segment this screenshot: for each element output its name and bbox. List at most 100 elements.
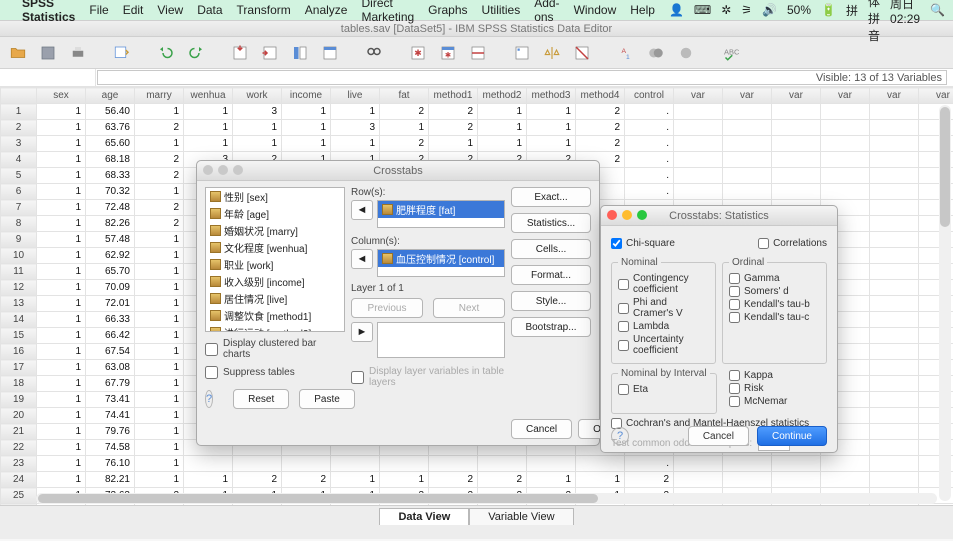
cell[interactable]: 1 bbox=[135, 184, 184, 200]
cell[interactable] bbox=[723, 168, 772, 184]
cell[interactable]: . bbox=[625, 168, 674, 184]
column-header[interactable]: method2 bbox=[478, 88, 527, 104]
column-header[interactable]: fat bbox=[380, 88, 429, 104]
recall-dialog-icon[interactable] bbox=[110, 41, 134, 65]
cell[interactable] bbox=[331, 456, 380, 472]
status-bluetooth-icon[interactable]: ⌨ bbox=[694, 3, 711, 17]
move-layer-button[interactable]: ► bbox=[351, 322, 373, 342]
cell[interactable]: 63.76 bbox=[86, 120, 135, 136]
exact-button[interactable]: Exact... bbox=[511, 187, 591, 207]
row-header[interactable]: 12 bbox=[1, 280, 37, 296]
cell[interactable] bbox=[870, 200, 919, 216]
cancel-button[interactable]: Cancel bbox=[511, 419, 572, 439]
select-cases-icon[interactable] bbox=[570, 41, 594, 65]
cell[interactable] bbox=[870, 456, 919, 472]
cell[interactable] bbox=[576, 456, 625, 472]
cell[interactable] bbox=[184, 456, 233, 472]
cell[interactable]: 1 bbox=[233, 136, 282, 152]
cell[interactable]: 82.26 bbox=[86, 216, 135, 232]
column-header[interactable]: income bbox=[282, 88, 331, 104]
cell[interactable] bbox=[870, 136, 919, 152]
cell[interactable]: 1 bbox=[135, 296, 184, 312]
cell[interactable]: 1 bbox=[135, 232, 184, 248]
cell[interactable]: 1 bbox=[37, 408, 86, 424]
cell[interactable]: 79.76 bbox=[86, 424, 135, 440]
use-sets-icon[interactable] bbox=[644, 41, 668, 65]
cell[interactable]: 1 bbox=[37, 136, 86, 152]
cell[interactable] bbox=[870, 152, 919, 168]
bootstrap-button[interactable]: Bootstrap... bbox=[511, 317, 591, 337]
customize-toolbar-icon[interactable] bbox=[674, 41, 698, 65]
cell[interactable] bbox=[723, 184, 772, 200]
status-ime-label[interactable]: 简体拼音 bbox=[868, 0, 880, 44]
cell[interactable] bbox=[821, 136, 870, 152]
cell[interactable] bbox=[870, 392, 919, 408]
cell[interactable] bbox=[723, 152, 772, 168]
cell[interactable]: 57.48 bbox=[86, 232, 135, 248]
goto-case-icon[interactable] bbox=[228, 41, 252, 65]
column-header[interactable]: control bbox=[625, 88, 674, 104]
cell[interactable] bbox=[870, 216, 919, 232]
cell[interactable] bbox=[870, 424, 919, 440]
variable-item[interactable]: 收入级别 [income] bbox=[206, 273, 344, 290]
column-header[interactable]: work bbox=[233, 88, 282, 104]
cell[interactable]: 2 bbox=[576, 120, 625, 136]
cell[interactable]: 1 bbox=[380, 472, 429, 488]
cell[interactable] bbox=[674, 184, 723, 200]
cell[interactable]: 1 bbox=[135, 104, 184, 120]
cell[interactable]: . bbox=[625, 136, 674, 152]
run-descriptives-icon[interactable] bbox=[318, 41, 342, 65]
cell[interactable]: 2 bbox=[576, 136, 625, 152]
cell[interactable]: 65.70 bbox=[86, 264, 135, 280]
column-header[interactable]: var bbox=[919, 88, 953, 104]
cell[interactable]: 82.21 bbox=[86, 472, 135, 488]
save-icon[interactable] bbox=[36, 41, 60, 65]
minimize-icon[interactable] bbox=[622, 210, 632, 220]
display-layers-check[interactable]: Display layer variables in table layers bbox=[351, 366, 505, 388]
cell[interactable] bbox=[870, 264, 919, 280]
risk-check[interactable]: Risk bbox=[729, 383, 821, 394]
help-button[interactable]: ? bbox=[205, 390, 213, 408]
status-volume-icon[interactable]: 🔊 bbox=[762, 3, 777, 17]
move-row-button[interactable]: ◄ bbox=[351, 200, 373, 220]
cell[interactable]: 70.09 bbox=[86, 280, 135, 296]
cell[interactable]: 1 bbox=[37, 264, 86, 280]
cell[interactable]: 1 bbox=[135, 136, 184, 152]
cell[interactable] bbox=[870, 344, 919, 360]
cell[interactable]: 1 bbox=[527, 136, 576, 152]
row-header[interactable]: 6 bbox=[1, 184, 37, 200]
cell[interactable]: 1 bbox=[184, 104, 233, 120]
redo-icon[interactable] bbox=[184, 41, 208, 65]
cell[interactable]: 68.18 bbox=[86, 152, 135, 168]
cell[interactable] bbox=[380, 456, 429, 472]
row-header[interactable]: 18 bbox=[1, 376, 37, 392]
cell[interactable]: 1 bbox=[184, 120, 233, 136]
next-layer-button[interactable]: Next bbox=[433, 298, 505, 318]
cell[interactable]: 1 bbox=[135, 344, 184, 360]
row-header[interactable]: 19 bbox=[1, 392, 37, 408]
clustered-check[interactable]: Display clustered bar charts bbox=[205, 338, 345, 360]
cell[interactable]: 1 bbox=[184, 136, 233, 152]
cell[interactable]: 1 bbox=[478, 104, 527, 120]
cell[interactable]: . bbox=[625, 104, 674, 120]
cell[interactable]: 2 bbox=[135, 120, 184, 136]
column-header[interactable]: marry bbox=[135, 88, 184, 104]
cell[interactable]: 2 bbox=[135, 168, 184, 184]
cell[interactable] bbox=[870, 248, 919, 264]
cell[interactable]: 1 bbox=[37, 360, 86, 376]
cell[interactable] bbox=[674, 472, 723, 488]
cell[interactable]: 1 bbox=[527, 120, 576, 136]
cell[interactable]: 66.42 bbox=[86, 328, 135, 344]
cell[interactable]: 1 bbox=[429, 136, 478, 152]
variable-item[interactable]: 年龄 [age] bbox=[206, 205, 344, 222]
cols-box[interactable]: 血压控制情况 [control] bbox=[377, 249, 505, 277]
cell[interactable]: 1 bbox=[37, 248, 86, 264]
cell[interactable]: 1 bbox=[37, 184, 86, 200]
cell[interactable]: 1 bbox=[37, 152, 86, 168]
cell[interactable]: 1 bbox=[135, 408, 184, 424]
cell[interactable] bbox=[674, 168, 723, 184]
cell[interactable]: 1 bbox=[135, 360, 184, 376]
mcnemar-check[interactable]: McNemar bbox=[729, 396, 821, 407]
chi-square-check[interactable]: Chi-square bbox=[611, 238, 675, 249]
variable-item[interactable]: 婚姻状况 [marry] bbox=[206, 222, 344, 239]
